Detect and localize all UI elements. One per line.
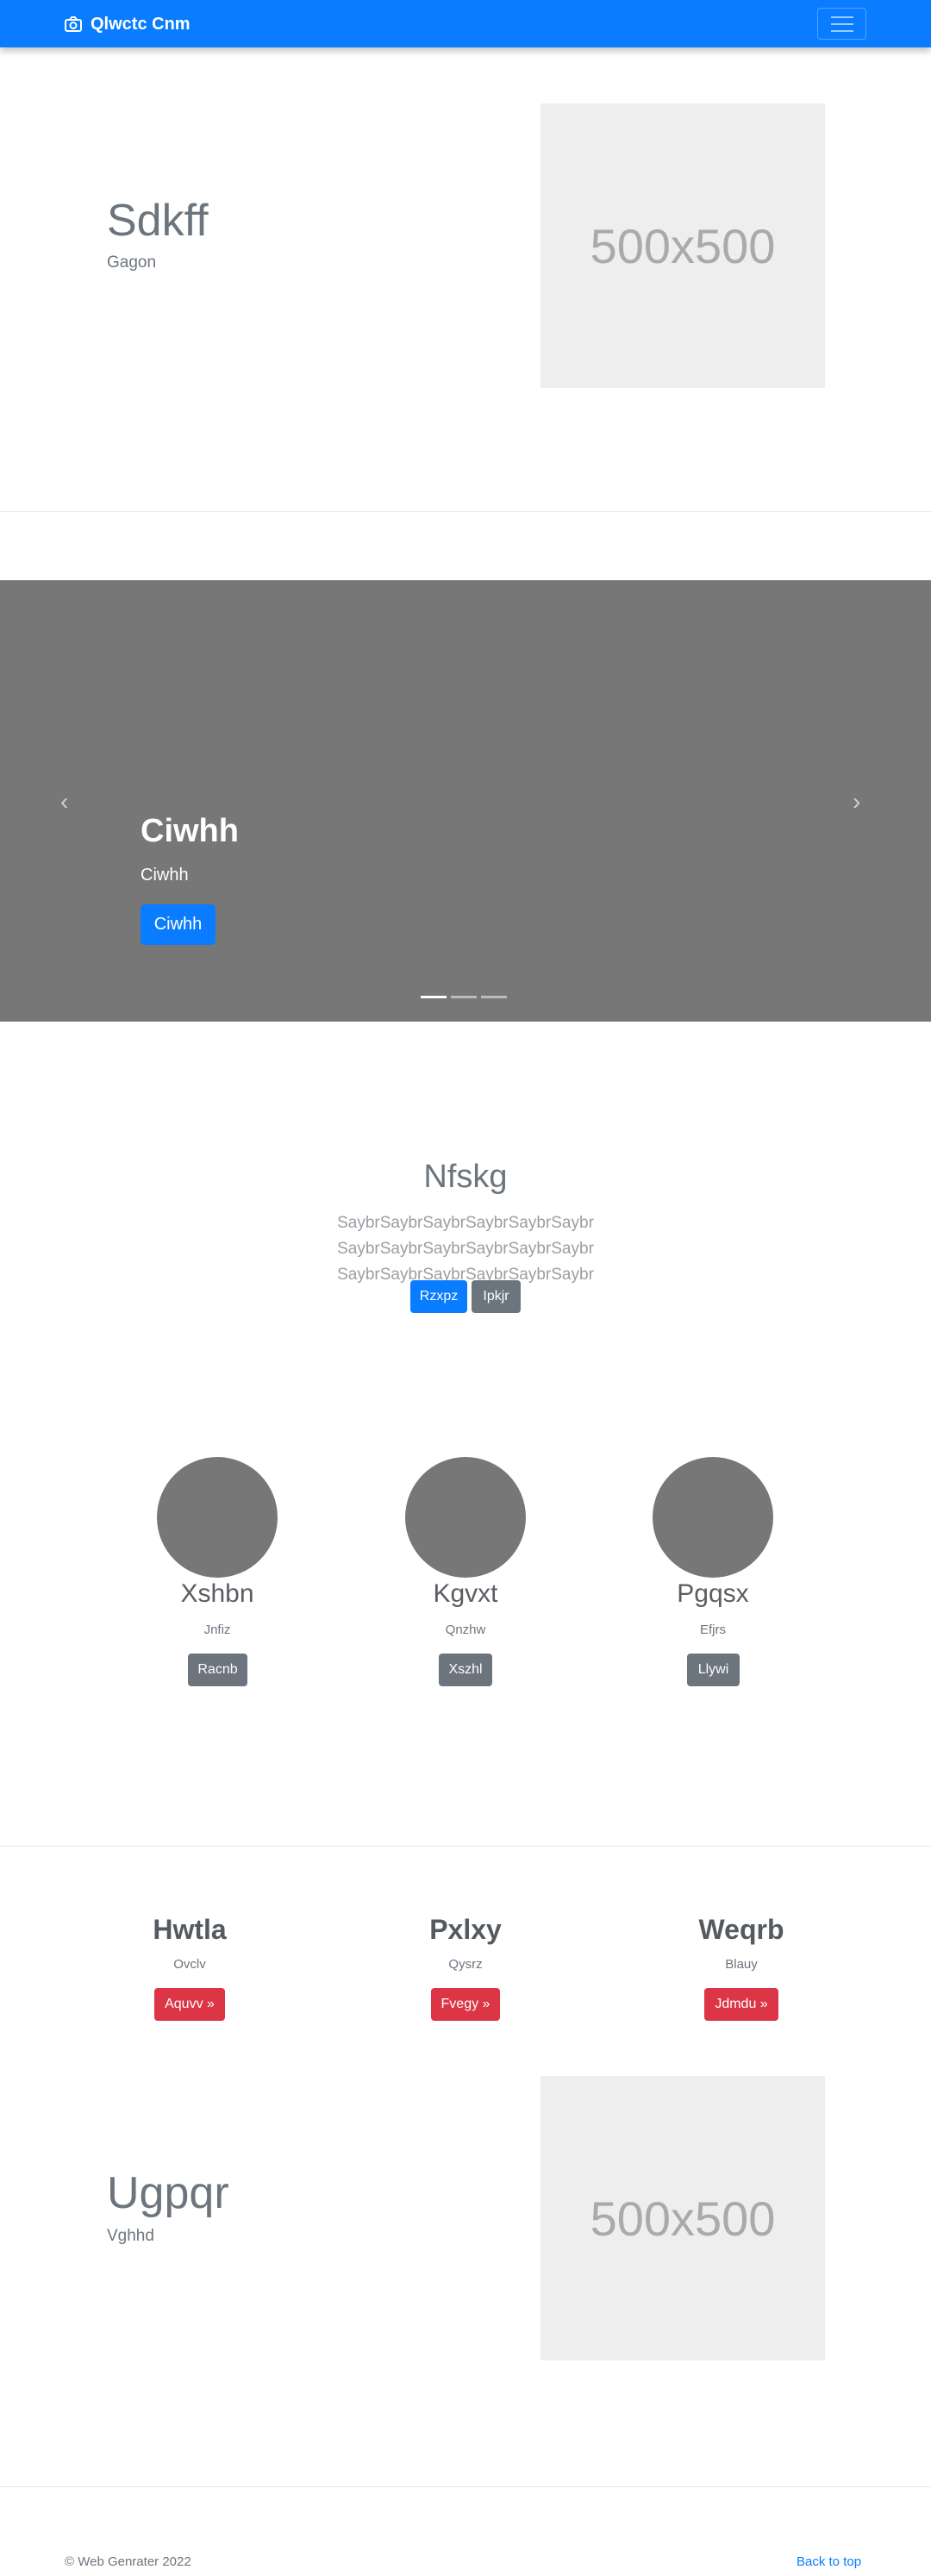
- column-text: Qnzhw: [445, 1623, 486, 1637]
- secondary-button[interactable]: Ipkjr: [472, 1280, 521, 1313]
- carousel-indicators: [421, 996, 507, 998]
- feature-title: Weqrb: [698, 1914, 784, 1945]
- column-title: Xshbn: [180, 1579, 254, 1608]
- feature-title: Hwtla: [153, 1914, 227, 1945]
- column-title: Kgvxt: [433, 1579, 498, 1608]
- camera-icon: [65, 16, 82, 32]
- carousel-caption: Ciwhh: [141, 866, 189, 885]
- carousel-indicator[interactable]: [481, 996, 507, 998]
- column-text: Efjrs: [700, 1623, 726, 1637]
- feature-title: Pxlxy: [429, 1914, 502, 1945]
- section-divider: [0, 511, 931, 512]
- navbar: Qlwctc Cnm: [0, 0, 931, 47]
- jumbotron-title: Nfskg: [423, 1159, 508, 1195]
- placeholder-image: 500x500: [540, 103, 825, 388]
- back-to-top-link[interactable]: Back to top: [797, 2554, 861, 2569]
- hamburger-icon: [830, 16, 853, 18]
- feature-text: Blauy: [725, 1957, 758, 1972]
- column-title: Pgqsx: [677, 1579, 749, 1608]
- brand-link[interactable]: Qlwctc Cnm: [65, 12, 191, 36]
- column-button[interactable]: Xszhl: [439, 1654, 492, 1686]
- chevron-right-icon[interactable]: ›: [853, 790, 860, 814]
- hero-subtitle: Gagon: [107, 253, 157, 272]
- footer-copyright: © Web Genrater 2022: [65, 2554, 191, 2569]
- feature-text: Qysrz: [448, 1957, 483, 1972]
- hero-subtitle: Vghhd: [107, 2227, 154, 2245]
- jumbotron-text: SaybrSaybrSaybrSaybrSaybrSaybr SaybrSayb…: [337, 1214, 594, 1284]
- carousel-button[interactable]: Ciwhh: [141, 904, 216, 945]
- section-divider: [0, 2486, 931, 2487]
- hero-title: Sdkff: [107, 196, 209, 246]
- hero-title: Ugpqr: [107, 2168, 229, 2218]
- feature-button[interactable]: Aquvv »: [154, 1988, 225, 2021]
- column-text: Jnfiz: [203, 1623, 231, 1637]
- feature-text: Ovclv: [173, 1957, 206, 1972]
- carousel: ‹ › Ciwhh Ciwhh Ciwhh: [0, 580, 931, 1022]
- hamburger-icon: [830, 22, 853, 25]
- column-button[interactable]: Racnb: [188, 1654, 247, 1686]
- avatar-placeholder: [653, 1457, 773, 1578]
- column-button[interactable]: Llywi: [687, 1654, 740, 1686]
- carousel-title: Ciwhh: [141, 813, 239, 849]
- placeholder-label: 500x500: [590, 2191, 776, 2246]
- feature-button[interactable]: Fvegy »: [431, 1988, 500, 2021]
- placeholder-label: 500x500: [590, 218, 776, 273]
- avatar-placeholder: [405, 1457, 526, 1578]
- chevron-left-icon[interactable]: ‹: [60, 790, 68, 814]
- hamburger-icon: [830, 29, 853, 32]
- section-divider: [0, 1846, 931, 1847]
- avatar-placeholder: [157, 1457, 278, 1578]
- feature-button[interactable]: Jdmdu »: [704, 1988, 778, 2021]
- carousel-indicator[interactable]: [421, 996, 447, 998]
- brand-name: Qlwctc Cnm: [91, 14, 191, 34]
- placeholder-image: 500x500: [540, 2076, 825, 2360]
- navbar-toggler[interactable]: [817, 8, 866, 40]
- carousel-indicator[interactable]: [451, 996, 477, 998]
- primary-button[interactable]: Rzxpz: [410, 1280, 467, 1313]
